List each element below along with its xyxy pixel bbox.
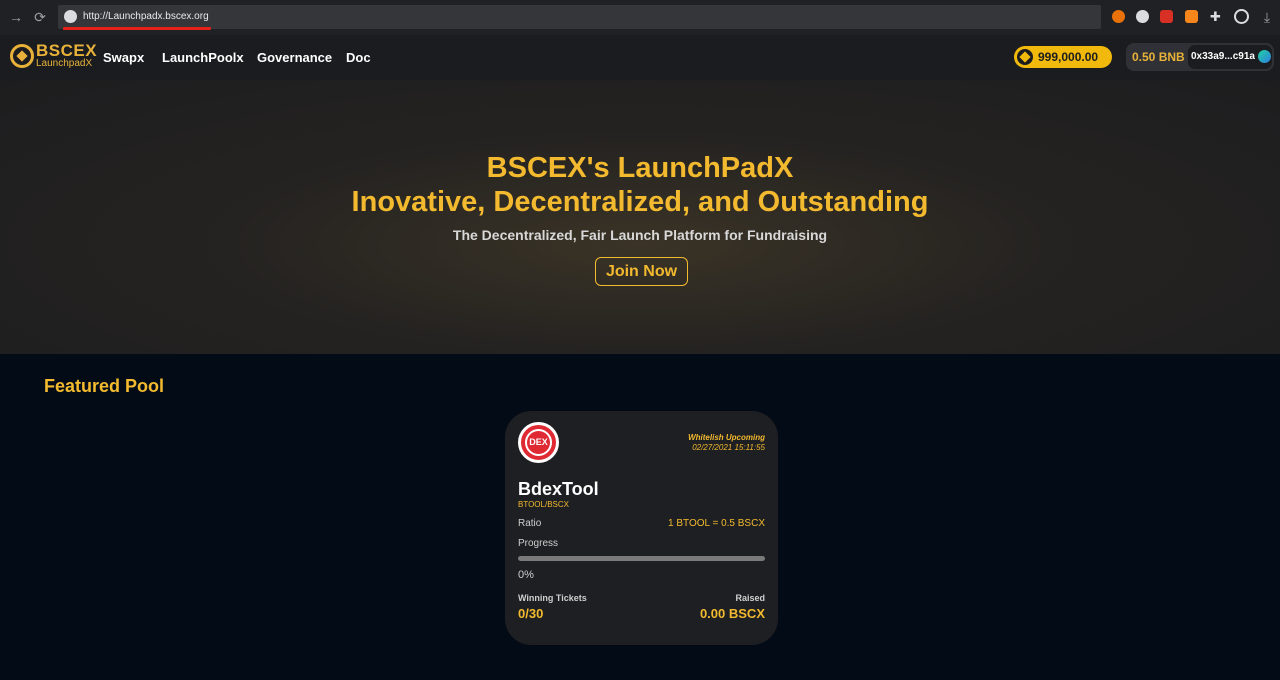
hero-title-line1: BSCEX's LaunchPadX (486, 152, 794, 184)
winning-tickets-label: Winning Tickets (518, 593, 587, 603)
pool-card[interactable]: DEX Whitelish Upcoming 02/27/2021 15:11:… (505, 411, 778, 645)
wallet-address: 0x33a9...c91a (1191, 51, 1255, 62)
bnb-balance: 0.50 BNB (1132, 50, 1185, 64)
pool-status: Whitelish Upcoming (688, 433, 765, 442)
bscx-coin-icon (1017, 49, 1033, 65)
ratio-label: Ratio (518, 518, 542, 529)
featured-pool-heading: Featured Pool (44, 376, 165, 396)
url-underline (63, 27, 211, 30)
reload-icon[interactable]: ⟳ (32, 9, 48, 25)
join-now-button[interactable]: Join Now (595, 257, 688, 286)
winning-tickets-value: 0/30 (518, 606, 544, 621)
extension-red-icon[interactable] (1160, 10, 1173, 23)
site-header: BSCEX LaunchpadX Swapx LaunchPoolx Gover… (0, 35, 1280, 80)
progress-label: Progress (518, 538, 559, 549)
raised-label: Raised (735, 593, 765, 603)
logo-text: DEX (525, 429, 552, 456)
wallet-address-box[interactable]: 0x33a9...c91a (1188, 45, 1272, 69)
nav-governance[interactable]: Governance (257, 50, 332, 65)
bscex-logo-icon[interactable] (10, 44, 34, 68)
wallet-avatar-icon (1258, 50, 1271, 63)
extension-clock-icon[interactable] (1136, 10, 1149, 23)
progress-bar (518, 556, 765, 561)
hero-subtitle: The Decentralized, Fair Launch Platform … (452, 227, 828, 243)
metamask-icon[interactable] (1185, 10, 1198, 23)
token-balance[interactable]: 999,000.00 (1014, 46, 1112, 68)
address-bar[interactable]: http://Launchpadx.bscex.org (58, 5, 1101, 29)
pool-date: 02/27/2021 15:11:55 (692, 443, 765, 452)
progress-percent: 0% (518, 569, 534, 581)
download-icon[interactable]: ⤓ (1259, 9, 1275, 25)
balance-amount: 999,000.00 (1038, 50, 1099, 64)
browser-toolbar: → ⟳ http://Launchpadx.bscex.org ✚ ⤓ (0, 0, 1280, 35)
url-text: http://Launchpadx.bscex.org (83, 11, 209, 22)
nav-doc[interactable]: Doc (346, 50, 371, 65)
forward-icon[interactable]: → (8, 9, 24, 25)
extensions-puzzle-icon[interactable]: ✚ (1210, 10, 1223, 23)
pool-pair: BTOOL/BSCX (518, 500, 569, 509)
raised-value: 0.00 BSCX (699, 606, 765, 621)
ratio-value: 1 BTOOL = 0.5 BSCX (668, 518, 765, 529)
wallet-button[interactable]: 0.50 BNB 0x33a9...c91a (1126, 43, 1274, 71)
site-info-icon[interactable] (64, 10, 77, 23)
bdextool-logo-icon: DEX (518, 422, 559, 463)
profile-icon[interactable] (1234, 9, 1249, 24)
nav-swapx[interactable]: Swapx (103, 50, 144, 65)
brand-subtitle[interactable]: LaunchpadX (36, 58, 92, 69)
extension-orange-icon[interactable] (1112, 10, 1125, 23)
hero-title-line2: Inovative, Decentralized, and Outstandin… (351, 186, 929, 218)
hero-banner: BSCEX's LaunchPadX Inovative, Decentrali… (0, 80, 1280, 354)
nav-launchpoolx[interactable]: LaunchPoolx (162, 50, 244, 65)
pool-name: BdexTool (518, 479, 599, 499)
